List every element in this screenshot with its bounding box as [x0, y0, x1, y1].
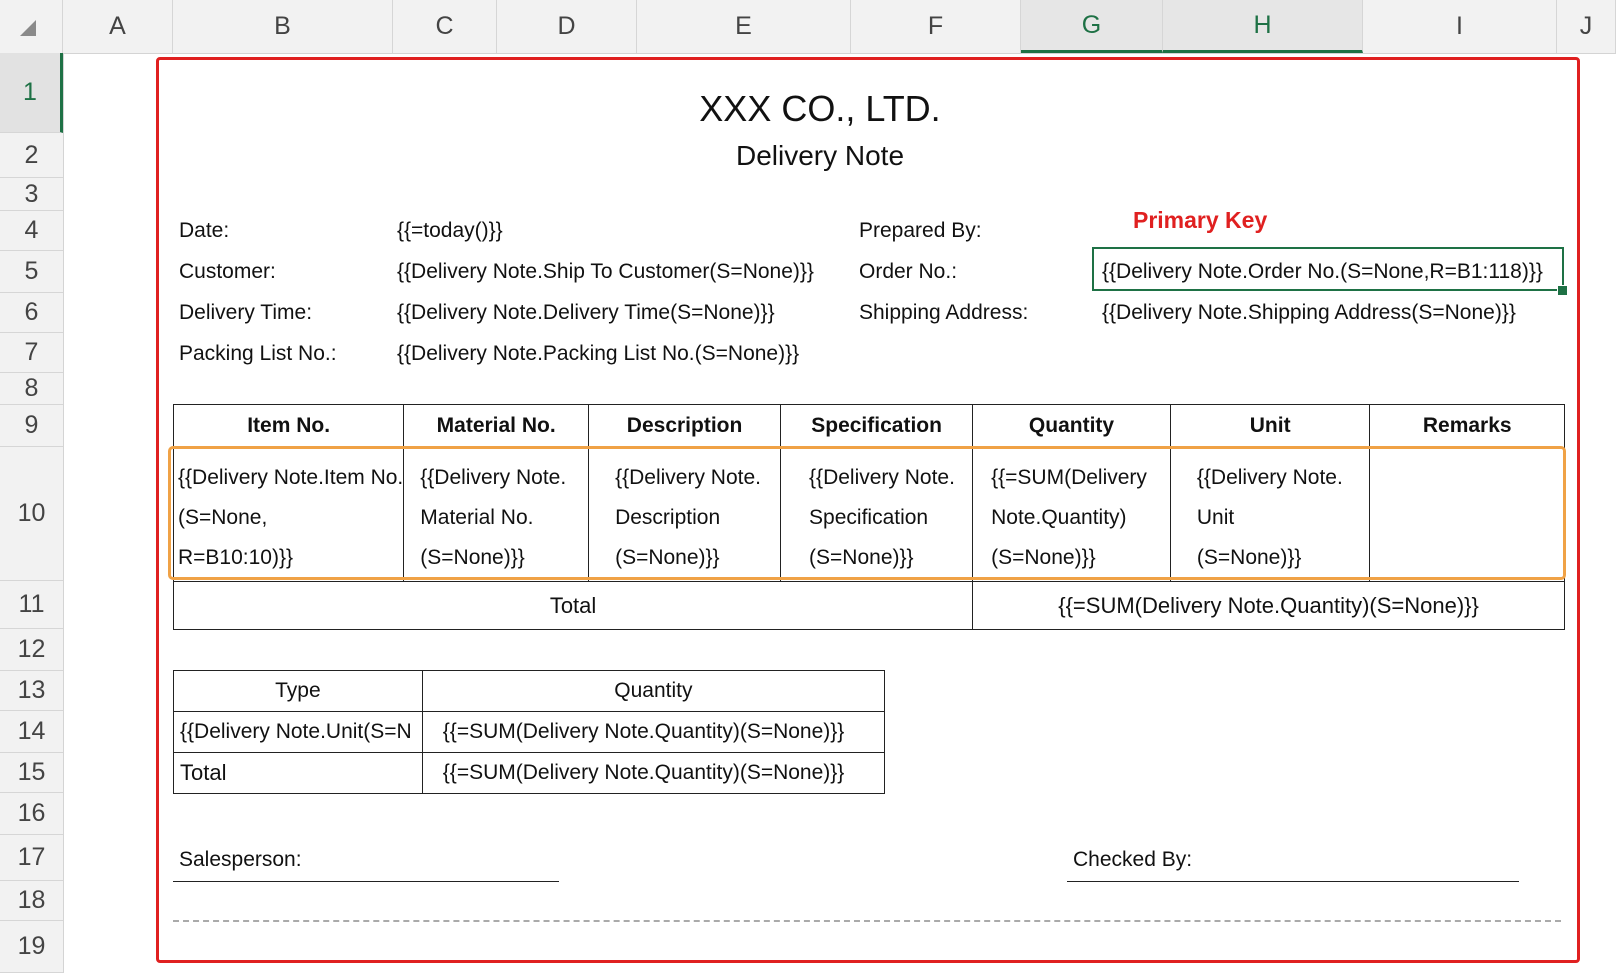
prepared-by-label[interactable]: Prepared By:	[859, 219, 982, 243]
items-total-row: Total {{=SUM(Delivery Note.Quantity)(S=N…	[172, 581, 1565, 630]
column-header-e[interactable]: E	[637, 0, 851, 53]
summary-type-cell[interactable]: {{Delivery Note.Unit(S=N	[173, 711, 423, 753]
row-header-8[interactable]: 8	[0, 373, 63, 405]
date-value[interactable]: {{=today()}}	[397, 219, 503, 243]
detail-row-highlight	[168, 446, 1566, 580]
summary-header-quantity[interactable]: Quantity	[421, 670, 886, 712]
column-header-bar: A B C D E F G H I J	[0, 0, 1616, 54]
header-remarks[interactable]: Remarks	[1369, 404, 1565, 448]
column-header-f[interactable]: F	[851, 0, 1021, 53]
checked-by-signature-line	[1067, 881, 1519, 882]
column-header-j[interactable]: J	[1557, 0, 1616, 53]
items-header-row: Item No. Material No. Description Specif…	[172, 404, 1565, 448]
shipping-address-value[interactable]: {{Delivery Note.Shipping Address(S=None)…	[1102, 301, 1516, 325]
summary-row: {{Delivery Note.Unit(S=N {{=SUM(Delivery…	[173, 711, 886, 753]
row-header-7[interactable]: 7	[0, 333, 63, 373]
header-unit[interactable]: Unit	[1169, 404, 1371, 448]
header-material-no[interactable]: Material No.	[403, 404, 590, 448]
summary-total-label[interactable]: Total	[173, 752, 423, 794]
packing-list-value[interactable]: {{Delivery Note.Packing List No.(S=None)…	[397, 342, 799, 366]
row-header-12[interactable]: 12	[0, 629, 63, 671]
delivery-time-label[interactable]: Delivery Time:	[179, 301, 312, 325]
row-header-5[interactable]: 5	[0, 251, 63, 293]
packing-list-label[interactable]: Packing List No.:	[179, 342, 337, 366]
header-description[interactable]: Description	[588, 404, 782, 448]
summary-table: Type Quantity {{Delivery Note.Unit(S=N {…	[173, 670, 886, 794]
summary-header-type[interactable]: Type	[173, 670, 423, 712]
select-all-triangle-icon	[20, 20, 36, 36]
select-all-corner[interactable]	[0, 0, 63, 53]
order-no-value[interactable]: {{Delivery Note.Order No.(S=None,R=B1:11…	[1102, 260, 1543, 284]
header-item-no[interactable]: Item No.	[172, 404, 405, 448]
row-header-19[interactable]: 19	[0, 921, 63, 973]
customer-value[interactable]: {{Delivery Note.Ship To Customer(S=None)…	[397, 260, 814, 284]
row-header-11[interactable]: 11	[0, 581, 63, 629]
page-break-line	[173, 920, 1561, 922]
row-header-15[interactable]: 15	[0, 753, 63, 793]
row-header-10[interactable]: 10	[0, 447, 63, 581]
salesperson-label[interactable]: Salesperson:	[179, 848, 302, 872]
column-header-a[interactable]: A	[63, 0, 173, 53]
column-header-g[interactable]: G	[1021, 0, 1163, 53]
column-header-b[interactable]: B	[173, 0, 393, 53]
summary-total-row: Total {{=SUM(Delivery Note.Quantity)(S=N…	[173, 752, 886, 794]
primary-key-annotation: Primary Key	[1133, 207, 1268, 233]
customer-label[interactable]: Customer:	[179, 260, 276, 284]
items-total-label[interactable]: Total	[172, 581, 974, 630]
row-header-6[interactable]: 6	[0, 293, 63, 333]
summary-quantity-cell[interactable]: {{=SUM(Delivery Note.Quantity)(S=None)}}	[421, 711, 886, 753]
company-name[interactable]: XXX CO., LTD.	[0, 88, 1616, 130]
summary-total-value[interactable]: {{=SUM(Delivery Note.Quantity)(S=None)}}	[421, 752, 886, 794]
column-header-c[interactable]: C	[393, 0, 497, 53]
delivery-time-value[interactable]: {{Delivery Note.Delivery Time(S=None)}}	[397, 301, 775, 325]
column-header-h[interactable]: H	[1163, 0, 1363, 53]
shipping-address-label[interactable]: Shipping Address:	[859, 301, 1028, 325]
items-total-value[interactable]: {{=SUM(Delivery Note.Quantity)(S=None)}}	[972, 581, 1565, 630]
row-header-13[interactable]: 13	[0, 671, 63, 711]
column-header-i[interactable]: I	[1363, 0, 1557, 53]
fill-handle[interactable]	[1557, 285, 1568, 296]
header-quantity[interactable]: Quantity	[972, 404, 1171, 448]
row-header-4[interactable]: 4	[0, 211, 63, 251]
row-header-3[interactable]: 3	[0, 178, 63, 211]
checked-by-label[interactable]: Checked By:	[1073, 848, 1192, 872]
date-label[interactable]: Date:	[179, 219, 229, 243]
row-header-18[interactable]: 18	[0, 881, 63, 921]
summary-header-row: Type Quantity	[173, 670, 886, 712]
salesperson-signature-line	[173, 881, 559, 882]
row-header-14[interactable]: 14	[0, 711, 63, 753]
row-header-17[interactable]: 17	[0, 835, 63, 881]
order-no-label[interactable]: Order No.:	[859, 260, 957, 284]
row-header-16[interactable]: 16	[0, 793, 63, 835]
header-specification[interactable]: Specification	[780, 404, 974, 448]
document-title[interactable]: Delivery Note	[0, 140, 1616, 172]
row-header-9[interactable]: 9	[0, 405, 63, 447]
column-header-d[interactable]: D	[497, 0, 637, 53]
